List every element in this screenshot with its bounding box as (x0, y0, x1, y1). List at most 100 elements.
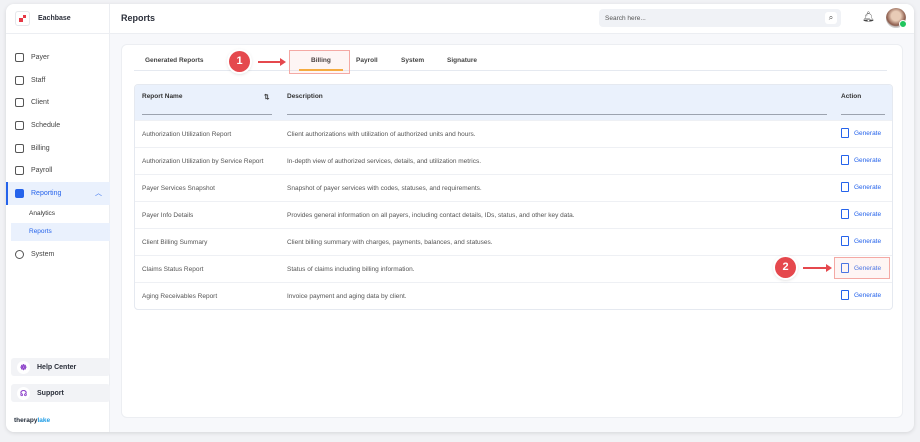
shield-icon (15, 52, 24, 62)
table-row: Authorization Utilization Report Client … (135, 120, 892, 147)
app-window: Eachbase Payer Staff Client Schedule Bil… (6, 4, 914, 432)
brand: Eachbase (6, 4, 109, 34)
label: Generate (854, 129, 882, 137)
table-row: Client Billing Summary Client billing su… (135, 228, 892, 255)
label: lake (37, 417, 51, 424)
report-name: Authorization Utilization Report (142, 131, 232, 138)
calendar-icon (15, 120, 24, 130)
sidebar-item-staff[interactable]: Staff (6, 69, 110, 92)
col-action: Action (841, 93, 862, 100)
table-row: Aging Receivables Report Invoice payment… (135, 282, 892, 309)
label: therapy (14, 417, 38, 424)
report-description: Client authorizations with utilization o… (287, 131, 476, 138)
sidebar-item-billing[interactable]: Billing (6, 137, 110, 160)
label: Billing (31, 144, 50, 152)
report-name: Authorization Utilization by Service Rep… (142, 158, 264, 165)
report-description: Status of claims including billing infor… (287, 266, 415, 273)
report-description: Invoice payment and aging data by client… (287, 293, 407, 300)
money-icon (15, 166, 24, 176)
sidebar: Eachbase Payer Staff Client Schedule Bil… (6, 4, 110, 432)
label: Support (37, 389, 64, 397)
generate-button[interactable]: Generate (841, 236, 881, 246)
document-add-icon (841, 128, 849, 138)
label: System (31, 251, 55, 259)
report-name: Client Billing Summary (142, 239, 208, 246)
generate-button[interactable]: Generate (841, 182, 881, 192)
label: Generate (854, 291, 882, 299)
users-icon (15, 75, 24, 85)
logo-icon (15, 11, 30, 26)
label: Payer (31, 53, 50, 61)
report-description: Client billing summary with charges, pay… (287, 239, 493, 246)
label: Client (31, 99, 49, 107)
search-icon[interactable]: ⌕ (825, 12, 837, 24)
report-name: Payer Services Snapshot (142, 185, 215, 192)
chevron-up-icon: ︿ (95, 190, 102, 198)
report-icon (15, 188, 24, 198)
report-description: Provides general information on all paye… (287, 212, 575, 219)
report-name: Claims Status Report (142, 266, 204, 273)
document-add-icon (841, 236, 849, 246)
generate-button[interactable]: Generate (841, 290, 881, 300)
header: Reports Search here... ⌕ 🔔︎ (110, 4, 914, 34)
headset-icon: ☊ (17, 386, 30, 400)
sidebar-item-schedule[interactable]: Schedule (6, 114, 110, 137)
sidebar-sub-analytics[interactable]: Analytics (6, 205, 110, 223)
label: Analytics (29, 210, 56, 218)
tab-signature[interactable]: Signature (447, 57, 477, 64)
report-description: Snapshot of payer services with codes, s… (287, 185, 482, 192)
sort-icon[interactable]: ⇅ (264, 93, 269, 101)
document-add-icon (841, 290, 849, 300)
label: Payroll (31, 167, 53, 175)
page-title: Reports (121, 13, 156, 23)
label: Staff (31, 76, 46, 84)
table-header: Report Name ⇅ Description Action (135, 85, 892, 120)
step-2-badge: 2 (775, 257, 796, 278)
user-icon (15, 98, 24, 108)
generate-highlight (834, 257, 890, 279)
arrow-icon (803, 263, 832, 272)
report-name: Payer Info Details (142, 212, 194, 219)
gear-icon (15, 250, 24, 260)
footer-logo: therapylake (14, 417, 50, 424)
label: Generate (854, 183, 882, 191)
sidebar-item-reporting[interactable]: Reporting ︿ (6, 182, 110, 205)
label: Reports (29, 228, 52, 236)
brand-name: Eachbase (38, 15, 71, 22)
generate-button[interactable]: Generate (841, 155, 881, 165)
col-report-name: Report Name (142, 93, 183, 100)
tab-system[interactable]: System (401, 57, 424, 64)
table-row: Authorization Utilization by Service Rep… (135, 147, 892, 174)
search-input[interactable]: Search here... ⌕ (599, 9, 841, 27)
help-center-button[interactable]: ☸ Help Center (11, 358, 110, 376)
sidebar-item-payer[interactable]: Payer (6, 46, 110, 69)
table-row: Payer Info Details Provides general info… (135, 201, 892, 228)
reports-card: Generated Reports Billing Payroll System… (121, 44, 903, 418)
tab-generated-reports[interactable]: Generated Reports (145, 57, 204, 64)
sidebar-item-client[interactable]: Client (6, 91, 110, 114)
table-row: Payer Services Snapshot Snapshot of paye… (135, 174, 892, 201)
help-icon: ☸ (17, 360, 30, 374)
generate-button[interactable]: Generate (841, 128, 881, 138)
report-description: In-depth view of authorized services, de… (287, 158, 482, 165)
document-add-icon (841, 209, 849, 219)
step-1-badge: 1 (229, 51, 250, 72)
sidebar-item-system[interactable]: System (6, 247, 110, 263)
avatar[interactable] (886, 8, 907, 28)
sidebar-item-payroll[interactable]: Payroll (6, 159, 110, 182)
tab-payroll[interactable]: Payroll (356, 57, 378, 64)
search-placeholder: Search here... (605, 15, 646, 22)
label: Generate (854, 210, 882, 218)
label: Generate (854, 237, 882, 245)
label: Generate (854, 156, 882, 164)
support-button[interactable]: ☊ Support (11, 384, 110, 402)
col-description: Description (287, 93, 323, 100)
arrow-icon (258, 57, 286, 66)
label: Reporting (31, 189, 62, 197)
bell-icon[interactable]: 🔔︎ (862, 12, 875, 23)
receipt-icon (15, 143, 24, 153)
billing-tab-highlight (289, 50, 350, 74)
generate-button[interactable]: Generate (841, 209, 881, 219)
label: Help Center (37, 363, 77, 371)
sidebar-sub-reports[interactable]: Reports (11, 222, 110, 241)
